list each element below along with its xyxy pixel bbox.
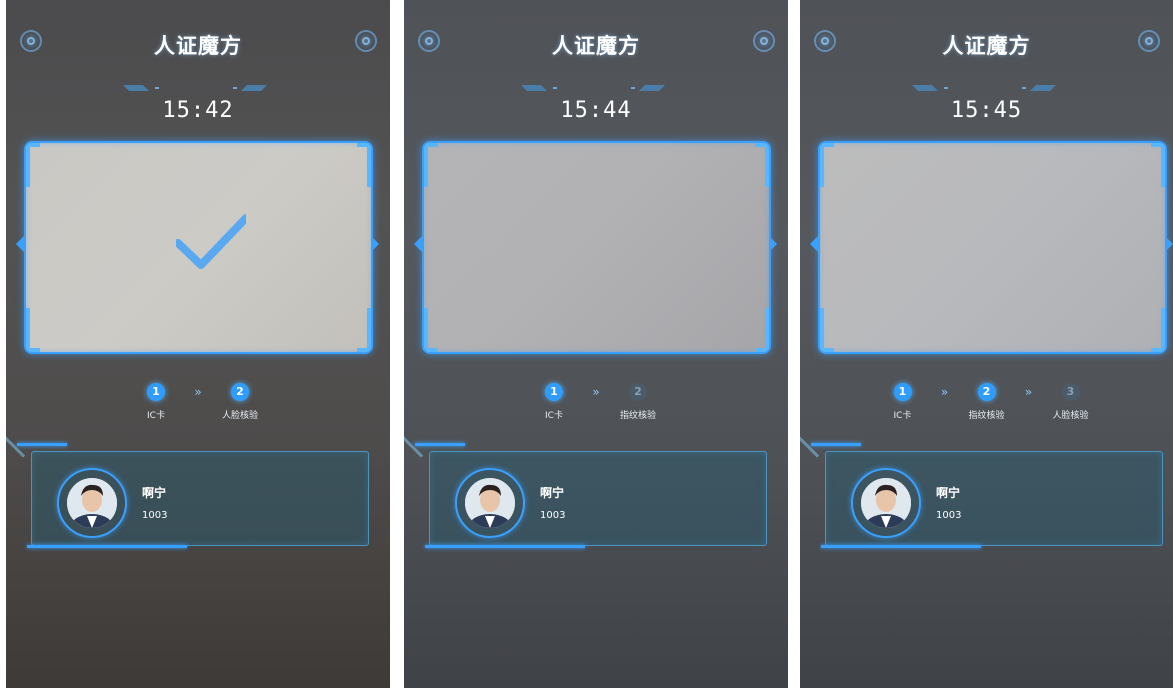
- avatar-ring: [57, 468, 127, 538]
- avatar: [861, 478, 911, 528]
- screen-1: 人证魔方 15:42 1 IC卡 » 2 人脸核验 啊宁 1003: [6, 0, 390, 688]
- step-separator: »: [194, 385, 202, 399]
- frame-corner: [1151, 143, 1165, 187]
- step-label: IC卡: [893, 411, 912, 421]
- frame-corner: [424, 308, 438, 352]
- profile-card: 啊宁 1003: [800, 434, 1167, 551]
- step: 1 IC卡: [519, 383, 589, 421]
- step: 2 指纹核验: [603, 383, 673, 421]
- deco-bar-icon: [911, 85, 1056, 91]
- step-number: 1: [545, 383, 563, 401]
- checkmark-icon: [176, 214, 246, 269]
- frame-corner: [820, 143, 834, 187]
- person-id: 1003: [142, 510, 168, 521]
- card-decoration: [415, 443, 465, 446]
- card-decoration: [821, 545, 981, 548]
- frame-corner: [26, 308, 40, 352]
- person-name: 啊宁: [936, 486, 961, 500]
- chevron-left-icon[interactable]: [414, 236, 422, 252]
- card-decoration: [425, 545, 585, 548]
- chevron-left-icon[interactable]: [16, 236, 24, 252]
- clock: 15:44: [560, 98, 632, 123]
- person-id: 1003: [540, 510, 566, 521]
- person-photo-icon: [861, 478, 911, 528]
- person-photo-icon: [67, 478, 117, 528]
- deco-bar-icon: [521, 85, 665, 91]
- step-label: IC卡: [545, 411, 563, 421]
- step-separator: »: [592, 385, 600, 399]
- steps-indicator: 1 IC卡 » 2 指纹核验: [404, 383, 788, 421]
- settings-icon[interactable]: [1138, 30, 1160, 52]
- step-separator: »: [1024, 385, 1033, 399]
- app-title: 人证魔方: [942, 34, 1031, 58]
- card-decoration: [404, 434, 424, 458]
- step-number: 2: [231, 383, 249, 401]
- step: 1 IC卡: [121, 383, 191, 421]
- step-number: 1: [893, 383, 912, 401]
- step: 3 人脸核验: [1036, 383, 1106, 421]
- step-label: 人脸核验: [221, 411, 258, 421]
- clock: 15:45: [950, 98, 1023, 123]
- card-decoration: [811, 443, 861, 446]
- avatar: [67, 478, 117, 528]
- profile-card: 啊宁 1003: [404, 434, 771, 551]
- chevron-right-icon[interactable]: [1165, 236, 1173, 252]
- card-decoration: [800, 434, 820, 458]
- camera-frame: [24, 141, 373, 354]
- screens-container: 人证魔方 15:42 1 IC卡 » 2 人脸核验 啊宁 1003 人证魔方 1…: [0, 0, 1173, 688]
- person-name: 啊宁: [142, 486, 167, 500]
- step: 2 指纹核验: [952, 383, 1022, 421]
- avatar-ring: [851, 468, 921, 538]
- step: 2 人脸核验: [205, 383, 275, 421]
- frame-corner: [357, 308, 371, 352]
- step-number: 1: [147, 383, 165, 401]
- profile-panel: 啊宁 1003: [31, 451, 369, 546]
- profile-card: 啊宁 1003: [6, 434, 373, 551]
- chevron-right-icon[interactable]: [769, 236, 777, 252]
- person-id: 1003: [936, 510, 962, 521]
- profile-panel: 啊宁 1003: [429, 451, 767, 546]
- person-name: 啊宁: [540, 486, 565, 500]
- frame-corner: [424, 143, 438, 187]
- chevron-right-icon[interactable]: [371, 236, 379, 252]
- frame-corner: [755, 143, 769, 187]
- frame-corner: [357, 143, 371, 187]
- step-number: 2: [977, 383, 996, 401]
- step: 1 IC卡: [868, 383, 938, 421]
- app-title: 人证魔方: [552, 34, 640, 58]
- person-photo-icon: [465, 478, 515, 528]
- settings-icon[interactable]: [753, 30, 775, 52]
- step-label: 人脸核验: [1052, 411, 1089, 421]
- steps-indicator: 1 IC卡 » 2 人脸核验: [6, 383, 390, 421]
- clock: 15:42: [162, 98, 234, 123]
- steps-indicator: 1 IC卡 » 2 指纹核验 » 3 人脸核验: [800, 383, 1173, 421]
- card-decoration: [6, 434, 26, 458]
- step-separator: »: [940, 385, 949, 399]
- avatar-ring: [455, 468, 525, 538]
- step-label: IC卡: [147, 411, 165, 421]
- screen-3: 人证魔方 15:45 1 IC卡 » 2 指纹核验 » 3 人脸核验 啊宁 10…: [800, 0, 1173, 688]
- app-title: 人证魔方: [154, 34, 242, 58]
- frame-corner: [26, 143, 40, 187]
- step-number: 2: [629, 383, 647, 401]
- step-label: 指纹核验: [619, 411, 656, 421]
- step-number: 3: [1061, 383, 1080, 401]
- card-decoration: [27, 545, 187, 548]
- avatar: [465, 478, 515, 528]
- settings-icon[interactable]: [355, 30, 377, 52]
- step-label: 指纹核验: [968, 411, 1005, 421]
- camera-frame: [818, 141, 1167, 354]
- frame-corner: [820, 308, 834, 352]
- card-decoration: [17, 443, 67, 446]
- frame-corner: [755, 308, 769, 352]
- camera-frame: [422, 141, 771, 354]
- screen-2: 人证魔方 15:44 1 IC卡 » 2 指纹核验 啊宁 1003: [404, 0, 788, 688]
- deco-bar-icon: [123, 85, 267, 91]
- frame-corner: [1151, 308, 1165, 352]
- profile-panel: 啊宁 1003: [825, 451, 1163, 546]
- chevron-left-icon[interactable]: [810, 236, 818, 252]
